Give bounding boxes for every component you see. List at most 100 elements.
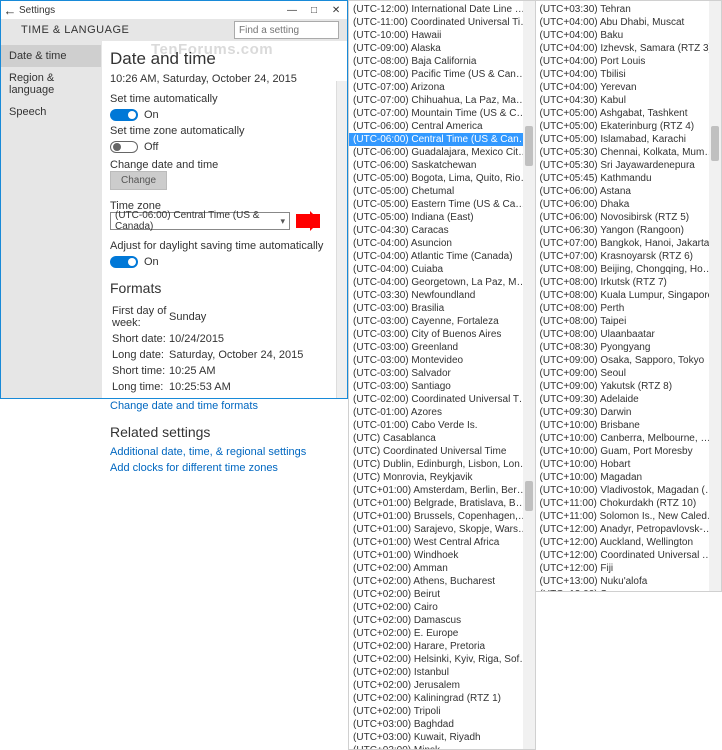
timezone-option[interactable]: (UTC-03:00) Cayenne, Fortaleza	[349, 315, 534, 328]
timezone-option[interactable]: (UTC+08:30) Pyongyang	[536, 341, 721, 354]
timezone-option[interactable]: (UTC-06:00) Central America	[349, 120, 534, 133]
timezone-option[interactable]: (UTC-03:00) Brasilia	[349, 302, 534, 315]
maximize-button[interactable]: □	[303, 1, 325, 19]
timezone-option[interactable]: (UTC+06:00) Novosibirsk (RTZ 5)	[536, 211, 721, 224]
timezone-option[interactable]: (UTC-04:00) Atlantic Time (Canada)	[349, 250, 534, 263]
timezone-option[interactable]: (UTC+01:00) West Central Africa	[349, 536, 534, 549]
timezone-option[interactable]: (UTC+12:00) Coordinated Universal Time+1…	[536, 549, 721, 562]
timezone-option[interactable]: (UTC+10:00) Vladivostok, Magadan (RTZ 9)	[536, 484, 721, 497]
timezone-option[interactable]: (UTC+06:30) Yangon (Rangoon)	[536, 224, 721, 237]
change-formats-link[interactable]: Change date and time formats	[110, 400, 337, 412]
timezone-option[interactable]: (UTC+01:00) Belgrade, Bratislava, Budape…	[349, 497, 534, 510]
timezone-option[interactable]: (UTC+10:00) Magadan	[536, 471, 721, 484]
close-button[interactable]: ✕	[325, 1, 347, 19]
set-tz-auto-toggle[interactable]	[110, 141, 138, 153]
timezone-option[interactable]: (UTC-08:00) Baja California	[349, 55, 534, 68]
timezone-option[interactable]: (UTC-05:00) Bogota, Lima, Quito, Rio Bra…	[349, 172, 534, 185]
timezone-option[interactable]: (UTC+04:00) Izhevsk, Samara (RTZ 3)	[536, 42, 721, 55]
timezone-option[interactable]: (UTC-03:00) Greenland	[349, 341, 534, 354]
timezone-option[interactable]: (UTC-05:00) Eastern Time (US & Canada)	[349, 198, 534, 211]
timezone-option[interactable]: (UTC+09:00) Osaka, Sapporo, Tokyo	[536, 354, 721, 367]
back-button[interactable]: ←	[1, 1, 19, 19]
timezone-option[interactable]: (UTC-11:00) Coordinated Universal Time-1…	[349, 16, 534, 29]
timezone-option[interactable]: (UTC+10:00) Brisbane	[536, 419, 721, 432]
timezone-option[interactable]: (UTC+09:30) Darwin	[536, 406, 721, 419]
timezone-option[interactable]: (UTC+03:00) Baghdad	[349, 718, 534, 731]
timezone-option[interactable]: (UTC+07:00) Bangkok, Hanoi, Jakarta	[536, 237, 721, 250]
timezone-option[interactable]: (UTC-06:00) Saskatchewan	[349, 159, 534, 172]
set-time-auto-toggle[interactable]	[110, 109, 138, 121]
scroll-thumb[interactable]	[711, 126, 719, 161]
timezone-option[interactable]: (UTC+02:00) Harare, Pretoria	[349, 640, 534, 653]
timezone-option[interactable]: (UTC+02:00) Istanbul	[349, 666, 534, 679]
timezone-option[interactable]: (UTC+01:00) Sarajevo, Skopje, Warsaw, Za…	[349, 523, 534, 536]
timezone-option[interactable]: (UTC+01:00) Amsterdam, Berlin, Bern, Rom…	[349, 484, 534, 497]
timezone-option[interactable]: (UTC+02:00) Damascus	[349, 614, 534, 627]
timezone-option[interactable]: (UTC+05:45) Kathmandu	[536, 172, 721, 185]
timezone-option[interactable]: (UTC-01:00) Azores	[349, 406, 534, 419]
timezone-option[interactable]: (UTC-03:00) Montevideo	[349, 354, 534, 367]
search-input[interactable]	[234, 21, 339, 39]
timezone-option[interactable]: (UTC+05:00) Islamabad, Karachi	[536, 133, 721, 146]
timezone-option[interactable]: (UTC-07:00) Chihuahua, La Paz, Mazatlan	[349, 94, 534, 107]
timezone-option[interactable]: (UTC+03:30) Tehran	[536, 3, 721, 16]
content-scrollbar[interactable]	[336, 81, 347, 398]
timezone-option[interactable]: (UTC+13:00) Samoa	[536, 588, 721, 592]
timezone-option[interactable]: (UTC-06:00) Central Time (US & Canada)	[349, 133, 534, 146]
timezone-option[interactable]: (UTC+01:00) Brussels, Copenhagen, Madrid…	[349, 510, 534, 523]
scroll-thumb[interactable]	[525, 481, 533, 511]
timezone-option[interactable]: (UTC+02:00) E. Europe	[349, 627, 534, 640]
timezone-option[interactable]: (UTC-03:00) City of Buenos Aires	[349, 328, 534, 341]
timezone-option[interactable]: (UTC-05:00) Indiana (East)	[349, 211, 534, 224]
timezone-option[interactable]: (UTC-07:00) Mountain Time (US & Canada)	[349, 107, 534, 120]
minimize-button[interactable]: —	[281, 1, 303, 19]
timezone-option[interactable]: (UTC-03:00) Santiago	[349, 380, 534, 393]
timezone-option[interactable]: (UTC+11:00) Solomon Is., New Caledonia	[536, 510, 721, 523]
timezone-option[interactable]: (UTC-07:00) Arizona	[349, 81, 534, 94]
scroll-thumb[interactable]	[525, 126, 533, 166]
timezone-option[interactable]: (UTC+04:00) Port Louis	[536, 55, 721, 68]
timezone-option[interactable]: (UTC+09:30) Adelaide	[536, 393, 721, 406]
timezone-option[interactable]: (UTC-02:00) Coordinated Universal Time-0…	[349, 393, 534, 406]
timezone-option[interactable]: (UTC+02:00) Helsinki, Kyiv, Riga, Sofia,…	[349, 653, 534, 666]
timezone-option[interactable]: (UTC) Casablanca	[349, 432, 534, 445]
timezone-option[interactable]: (UTC+03:00) Kuwait, Riyadh	[349, 731, 534, 744]
sidebar-item-region[interactable]: Region & language	[1, 67, 101, 101]
timezone-option[interactable]: (UTC+02:00) Amman	[349, 562, 534, 575]
timezone-option[interactable]: (UTC) Coordinated Universal Time	[349, 445, 534, 458]
timezone-option[interactable]: (UTC+10:00) Canberra, Melbourne, Sydney	[536, 432, 721, 445]
sidebar-item-date-time[interactable]: Date & time	[1, 45, 101, 67]
timezone-option[interactable]: (UTC-04:30) Caracas	[349, 224, 534, 237]
timezone-option[interactable]: (UTC+08:00) Taipei	[536, 315, 721, 328]
timezone-option[interactable]: (UTC+09:00) Seoul	[536, 367, 721, 380]
timezone-option[interactable]: (UTC+10:00) Guam, Port Moresby	[536, 445, 721, 458]
timezone-option[interactable]: (UTC-04:00) Georgetown, La Paz, Manaus, …	[349, 276, 534, 289]
timezone-option[interactable]: (UTC-03:30) Newfoundland	[349, 289, 534, 302]
timezone-option[interactable]: (UTC+08:00) Irkutsk (RTZ 7)	[536, 276, 721, 289]
sidebar-item-speech[interactable]: Speech	[1, 101, 101, 123]
timezone-option[interactable]: (UTC+07:00) Krasnoyarsk (RTZ 6)	[536, 250, 721, 263]
timezone-option[interactable]: (UTC+12:00) Anadyr, Petropavlovsk-Kamcha…	[536, 523, 721, 536]
timezone-option[interactable]: (UTC+02:00) Jerusalem	[349, 679, 534, 692]
scrollbar[interactable]	[709, 1, 721, 591]
timezone-option[interactable]: (UTC+12:00) Fiji	[536, 562, 721, 575]
timezone-option[interactable]: (UTC+05:00) Ekaterinburg (RTZ 4)	[536, 120, 721, 133]
timezone-option[interactable]: (UTC+02:00) Athens, Bucharest	[349, 575, 534, 588]
timezone-option[interactable]: (UTC+13:00) Nuku'alofa	[536, 575, 721, 588]
timezone-option[interactable]: (UTC-12:00) International Date Line West	[349, 3, 534, 16]
timezone-option[interactable]: (UTC-01:00) Cabo Verde Is.	[349, 419, 534, 432]
change-button[interactable]: Change	[110, 171, 167, 190]
timezone-option[interactable]: (UTC+06:00) Dhaka	[536, 198, 721, 211]
timezone-option[interactable]: (UTC+04:00) Yerevan	[536, 81, 721, 94]
timezone-dropdown[interactable]: (UTC-06:00) Central Time (US & Canada) ▾	[110, 212, 290, 230]
timezone-option[interactable]: (UTC+05:30) Sri Jayawardenepura	[536, 159, 721, 172]
timezone-option[interactable]: (UTC+03:00) Minsk	[349, 744, 534, 750]
timezone-option[interactable]: (UTC+02:00) Cairo	[349, 601, 534, 614]
timezone-option[interactable]: (UTC+12:00) Auckland, Wellington	[536, 536, 721, 549]
timezone-option[interactable]: (UTC-10:00) Hawaii	[349, 29, 534, 42]
timezone-option[interactable]: (UTC+04:30) Kabul	[536, 94, 721, 107]
timezone-option[interactable]: (UTC+08:00) Kuala Lumpur, Singapore	[536, 289, 721, 302]
timezone-option[interactable]: (UTC-05:00) Chetumal	[349, 185, 534, 198]
timezone-option[interactable]: (UTC-09:00) Alaska	[349, 42, 534, 55]
timezone-option[interactable]: (UTC-04:00) Cuiaba	[349, 263, 534, 276]
